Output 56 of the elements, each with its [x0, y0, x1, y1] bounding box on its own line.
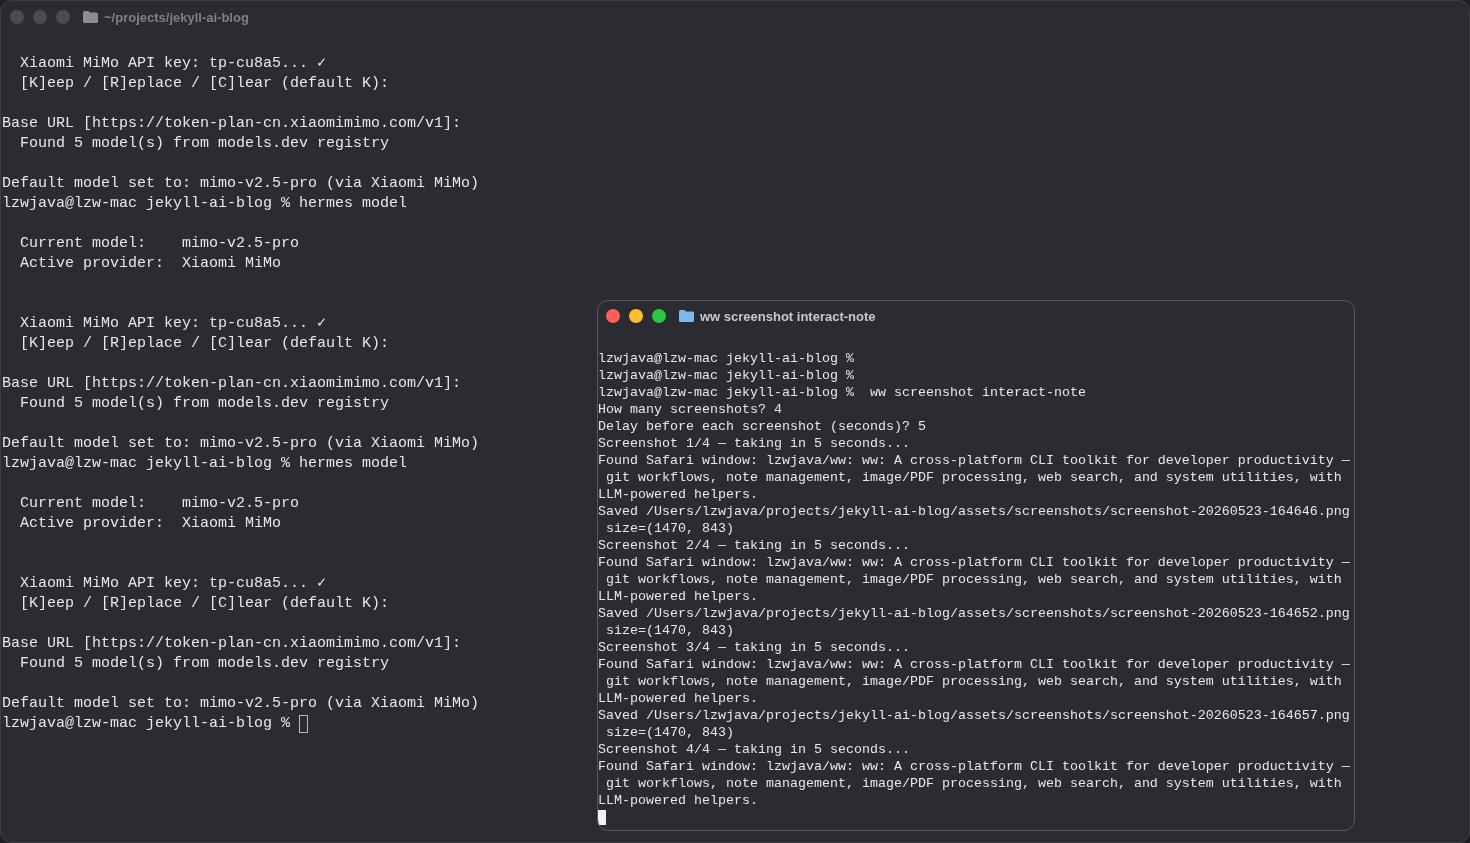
terminal-line: Saved /Users/lzwjava/projects/jekyll-ai-blog/assets/screenshots/screenshot-20260523-164646.png: [598, 503, 1350, 520]
terminal-line: LLM-powered helpers.: [598, 486, 758, 503]
terminal-line: Screenshot 3/4 — taking in 5 seconds...: [598, 639, 910, 656]
terminal-line: LLM-powered helpers.: [598, 588, 758, 605]
terminal-line: Found 5 model(s) from models.dev registry: [19, 654, 390, 674]
terminal-line: Current model: mimo-v2.5-pro: [19, 234, 300, 254]
terminal-line: [K]eep / [R]eplace / [C]lear (default K):: [19, 594, 390, 614]
terminal-line: lzwjava@lzw-mac jekyll-ai-blog % hermes model: [2, 454, 408, 474]
terminal-line: git workflows, note management, image/PDF processing, web search, and system utilities, with: [605, 571, 1342, 588]
terminal-line: Delay before each screenshot (seconds)? 5: [598, 418, 926, 435]
terminal-line: lzwjava@lzw-mac jekyll-ai-blog %: [598, 367, 854, 384]
terminal-line: size=(1470, 843): [605, 520, 734, 537]
terminal-line: Default model set to: mimo-v2.5-pro (via Xiaomi MiMo): [2, 434, 480, 454]
window-title: ~/projects/jekyll-ai-blog: [104, 9, 249, 25]
terminal-line: lzwjava@lzw-mac jekyll-ai-blog % ww screenshot interact-note: [598, 384, 1086, 401]
terminal-line: size=(1470, 843): [605, 622, 734, 639]
terminal-line: Found Safari window: lzwjava/ww: ww: A cross-platform CLI toolkit for developer productivity —: [598, 758, 1350, 775]
terminal-line: lzwjava@lzw-mac jekyll-ai-blog %: [2, 714, 292, 734]
terminal-line: Base URL [https://token-plan-cn.xiaomimimo.com/v1]:: [2, 634, 462, 654]
terminal-line: Current model: mimo-v2.5-pro: [19, 494, 300, 514]
folder-icon: [679, 310, 694, 322]
terminal-line: Xiaomi MiMo API key: tp-cu8a5... ✓: [19, 574, 327, 594]
terminal-line: Found 5 model(s) from models.dev registry: [19, 394, 390, 414]
terminal-line: Found Safari window: lzwjava/ww: ww: A cross-platform CLI toolkit for developer productivity —: [598, 452, 1350, 469]
terminal-line: Active provider: Xiaomi MiMo: [19, 514, 282, 534]
window-title: ww screenshot interact-note: [700, 308, 876, 324]
terminal-line: Found Safari window: lzwjava/ww: ww: A cross-platform CLI toolkit for developer productivity —: [598, 656, 1350, 673]
terminal-line: [K]eep / [R]eplace / [C]lear (default K):: [19, 334, 390, 354]
terminal-line: lzwjava@lzw-mac jekyll-ai-blog % hermes model: [2, 194, 408, 214]
terminal-line: size=(1470, 843): [605, 724, 734, 741]
terminal-line: git workflows, note management, image/PDF processing, web search, and system utilities, with: [605, 673, 1342, 690]
terminal-line: Saved /Users/lzwjava/projects/jekyll-ai-blog/assets/screenshots/screenshot-20260523-164652.png: [598, 605, 1350, 622]
terminal-line: How many screenshots? 4: [598, 401, 782, 418]
terminal-line: LLM-powered helpers.: [598, 792, 758, 809]
terminal-line: Base URL [https://token-plan-cn.xiaomimimo.com/v1]:: [2, 374, 462, 394]
maximize-button[interactable]: [652, 309, 666, 323]
minimize-button[interactable]: [629, 309, 643, 323]
terminal-line: Saved /Users/lzwjava/projects/jekyll-ai-blog/assets/screenshots/screenshot-20260523-164657.png: [598, 707, 1350, 724]
close-button[interactable]: [606, 309, 620, 323]
terminal-line: [K]eep / [R]eplace / [C]lear (default K):: [19, 74, 390, 94]
terminal-line: Screenshot 4/4 — taking in 5 seconds...: [598, 741, 910, 758]
terminal-line: Base URL [https://token-plan-cn.xiaomimimo.com/v1]:: [2, 114, 462, 134]
terminal-line: lzwjava@lzw-mac jekyll-ai-blog %: [598, 350, 854, 367]
terminal-line: Default model set to: mimo-v2.5-pro (via Xiaomi MiMo): [2, 174, 480, 194]
terminal-line: LLM-powered helpers.: [598, 690, 758, 707]
terminal-line: Default model set to: mimo-v2.5-pro (via Xiaomi MiMo): [2, 694, 480, 714]
terminal-line: Found 5 model(s) from models.dev registry: [19, 134, 390, 154]
folder-icon: [83, 11, 98, 23]
terminal-line: Xiaomi MiMo API key: tp-cu8a5... ✓: [19, 314, 327, 334]
terminal-line: Active provider: Xiaomi MiMo: [19, 254, 282, 274]
terminal-line: Screenshot 2/4 — taking in 5 seconds...: [598, 537, 910, 554]
terminal-line: Screenshot 1/4 — taking in 5 seconds...: [598, 435, 910, 452]
terminal-line: Found Safari window: lzwjava/ww: ww: A cross-platform CLI toolkit for developer productivity —: [598, 554, 1350, 571]
terminal-line: git workflows, note management, image/PDF processing, web search, and system utilities, with: [605, 469, 1342, 486]
terminal-line: Xiaomi MiMo API key: tp-cu8a5... ✓: [19, 54, 327, 74]
terminal-line: git workflows, note management, image/PDF processing, web search, and system utilities, with: [605, 775, 1342, 792]
